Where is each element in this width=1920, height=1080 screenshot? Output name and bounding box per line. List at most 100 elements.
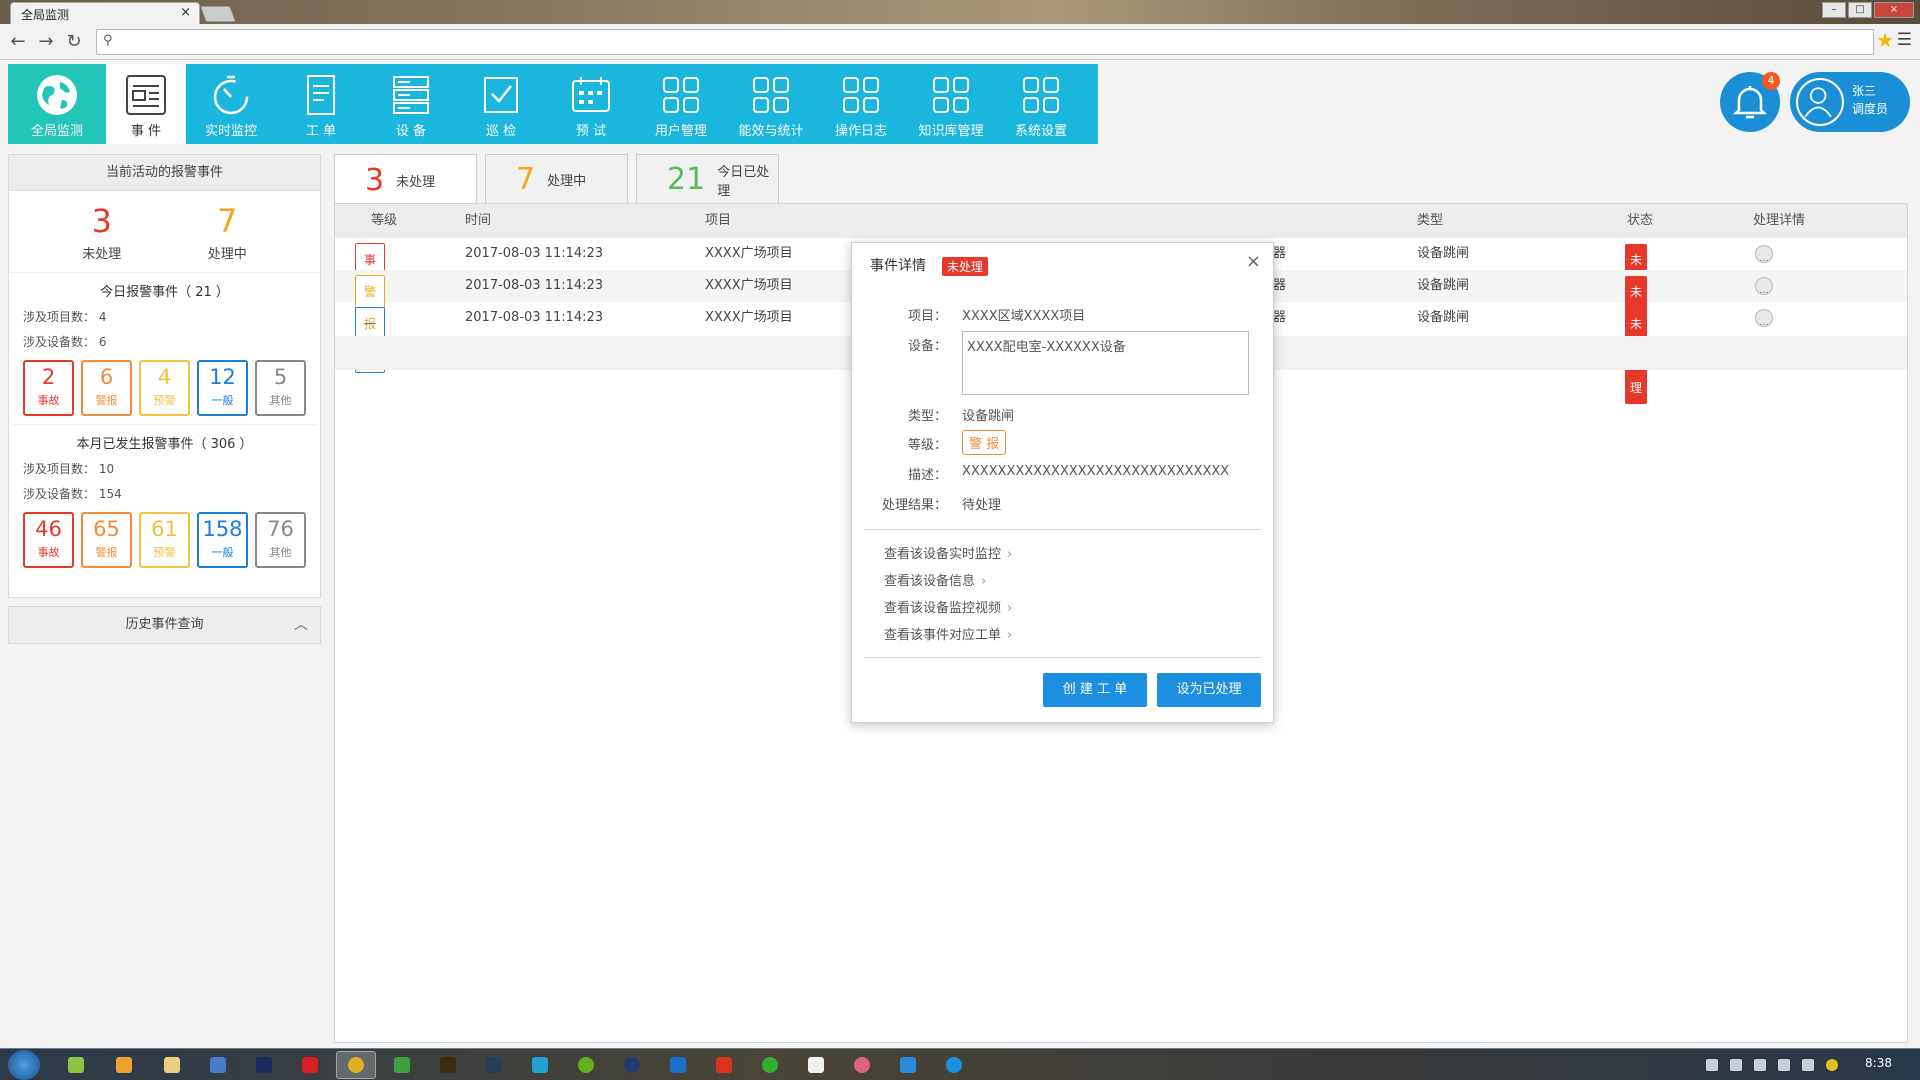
app-icon[interactable] (946, 1057, 962, 1073)
forward-arrow-icon[interactable]: → (36, 31, 56, 52)
browser-tab[interactable]: 全局监测 × (10, 2, 200, 24)
nav-label: 知识库管理 (918, 124, 984, 139)
tab-unprocessed[interactable]: 3 未处理 (334, 154, 477, 205)
tab-count: 7 (516, 162, 536, 197)
maximize-button[interactable]: □ (1848, 2, 1872, 18)
tray-icon[interactable] (1826, 1059, 1838, 1071)
nav-operation-log[interactable]: 操作日志 (816, 64, 906, 144)
level-box-alarm[interactable]: 6 警报 (81, 360, 132, 416)
app-icon[interactable] (716, 1057, 732, 1073)
month-alarm-title: 本月已发生报警事件（ 306 ） (76, 437, 253, 452)
ie-icon[interactable] (670, 1057, 686, 1073)
app-icon[interactable] (302, 1057, 318, 1073)
level-tag-alarm: 警 报 (962, 430, 1007, 455)
minimize-button[interactable]: – (1822, 2, 1846, 18)
level-box-alarm[interactable]: 65 警报 (81, 512, 132, 568)
illustrator-icon[interactable] (440, 1057, 456, 1073)
level-box-other[interactable]: 5 其他 (255, 360, 306, 416)
create-work-order-button[interactable]: 创 建 工 单 (1043, 673, 1147, 707)
nav-work-order[interactable]: 工 单 (276, 64, 366, 144)
level-count: 6 (99, 365, 114, 389)
tab-processing[interactable]: 7 处理中 (485, 154, 628, 204)
app-icon[interactable] (532, 1057, 548, 1073)
nav-events[interactable]: 事 件 (106, 64, 186, 144)
grid-icon (663, 77, 699, 113)
unprocessed-summary[interactable]: 3 未处理 (82, 199, 121, 272)
level-box-warning[interactable]: 61 预警 (139, 512, 190, 568)
app-icon[interactable] (624, 1057, 640, 1073)
type-label: 类型： (907, 409, 947, 424)
tray-icon[interactable] (1706, 1059, 1718, 1071)
reload-icon[interactable]: ↻ (64, 31, 84, 52)
app-icon[interactable] (808, 1057, 824, 1073)
nav-pretest[interactable]: 预 试 (546, 64, 636, 144)
app-icon[interactable] (900, 1057, 916, 1073)
notification-button[interactable]: 4 (1720, 72, 1780, 132)
active-counts: 3 未处理 7 处理中 (9, 191, 320, 273)
col-status: 状态 (1627, 213, 1654, 228)
level-box-warning[interactable]: 4 预警 (139, 360, 190, 416)
tray-icon[interactable] (1754, 1059, 1766, 1071)
clock[interactable]: 8:38 (1865, 1056, 1892, 1070)
nav-label: 预 试 (575, 124, 607, 139)
new-tab-button[interactable] (200, 6, 236, 22)
media-player-icon[interactable] (116, 1057, 132, 1073)
nav-label: 事 件 (130, 124, 162, 139)
back-arrow-icon[interactable]: ← (8, 31, 28, 52)
app-icon[interactable] (854, 1057, 870, 1073)
volume-icon[interactable] (1802, 1059, 1814, 1071)
level-box-other[interactable]: 76 其他 (255, 512, 306, 568)
nav-energy-stats[interactable]: 能效与统计 (726, 64, 816, 144)
link-device-info[interactable]: 查看该设备信息 › (884, 570, 986, 589)
cell-time: 2017-08-03 11:14:23 (465, 278, 604, 293)
level-box-accident[interactable]: 2 事故 (23, 360, 74, 416)
more-icon[interactable]: ··· (1755, 245, 1773, 267)
after-effects-icon[interactable] (486, 1057, 502, 1073)
app-icon[interactable] (578, 1057, 594, 1073)
network-icon[interactable] (1778, 1059, 1790, 1071)
grid-icon (1023, 77, 1059, 113)
start-button[interactable] (8, 1050, 40, 1080)
nav-realtime-monitor[interactable]: 实时监控 (186, 64, 276, 144)
browser-menu-icon[interactable]: ☰ (1897, 30, 1912, 50)
nav-global-monitor[interactable]: 全局监测 (8, 64, 106, 144)
nav-user-management[interactable]: 用户管理 (636, 64, 726, 144)
photoshop-icon[interactable] (256, 1057, 272, 1073)
user-menu[interactable]: 张三 调度员 (1790, 72, 1910, 132)
nav-label: 用户管理 (654, 124, 707, 139)
link-work-order[interactable]: 查看该事件对应工单 › (884, 624, 1012, 643)
nav-label: 全局监测 (30, 124, 83, 139)
tray-icon[interactable] (1730, 1059, 1742, 1071)
nav-inspection[interactable]: 巡 检 (456, 64, 546, 144)
level-label: 一般 (211, 394, 234, 407)
processing-summary[interactable]: 7 处理中 (208, 199, 247, 272)
level-box-normal[interactable]: 158 一般 (197, 512, 248, 568)
app-icon[interactable] (762, 1057, 778, 1073)
top-nav: 全局监测 事 件 实时监控 工 单 设 备 巡 检 预 试 用户管理 能效与统计… (8, 64, 1098, 144)
level-box-accident[interactable]: 46 事故 (23, 512, 74, 568)
history-query-toggle[interactable]: 历史事件查询 ︿ (8, 606, 321, 644)
more-icon[interactable]: ··· (1755, 277, 1773, 299)
more-icon[interactable]: ··· (1755, 309, 1773, 331)
link-monitor-video[interactable]: 查看该设备监控视频 › (884, 597, 1012, 616)
link-label: 查看该事件对应工单 (884, 628, 1002, 643)
window-close-button[interactable]: × (1874, 2, 1914, 18)
close-icon[interactable]: × (1246, 251, 1261, 272)
folder-icon[interactable] (164, 1057, 180, 1073)
nav-knowledge-base[interactable]: 知识库管理 (906, 64, 996, 144)
app-icon[interactable] (394, 1057, 410, 1073)
mark-processed-button[interactable]: 设为已处理 (1157, 673, 1261, 707)
app-icon[interactable] (68, 1057, 84, 1073)
bookmark-star-icon[interactable]: ★ (1876, 28, 1894, 52)
tab-close-icon[interactable]: × (180, 5, 191, 20)
address-bar[interactable]: ⚲ (96, 29, 1874, 55)
chevron-right-icon: › (1007, 628, 1013, 643)
level-box-normal[interactable]: 12 一般 (197, 360, 248, 416)
cell-project: XXXX广场项目 (705, 310, 793, 325)
nav-system-settings[interactable]: 系统设置 (996, 64, 1086, 144)
tab-processed-today[interactable]: 21 今日已处理 (636, 154, 779, 204)
nav-devices[interactable]: 设 备 (366, 64, 456, 144)
device-field[interactable]: XXXX配电室-XXXXXX设备 (962, 331, 1249, 395)
link-realtime-monitor[interactable]: 查看该设备实时监控 › (884, 543, 1012, 562)
app-icon[interactable] (210, 1057, 226, 1073)
